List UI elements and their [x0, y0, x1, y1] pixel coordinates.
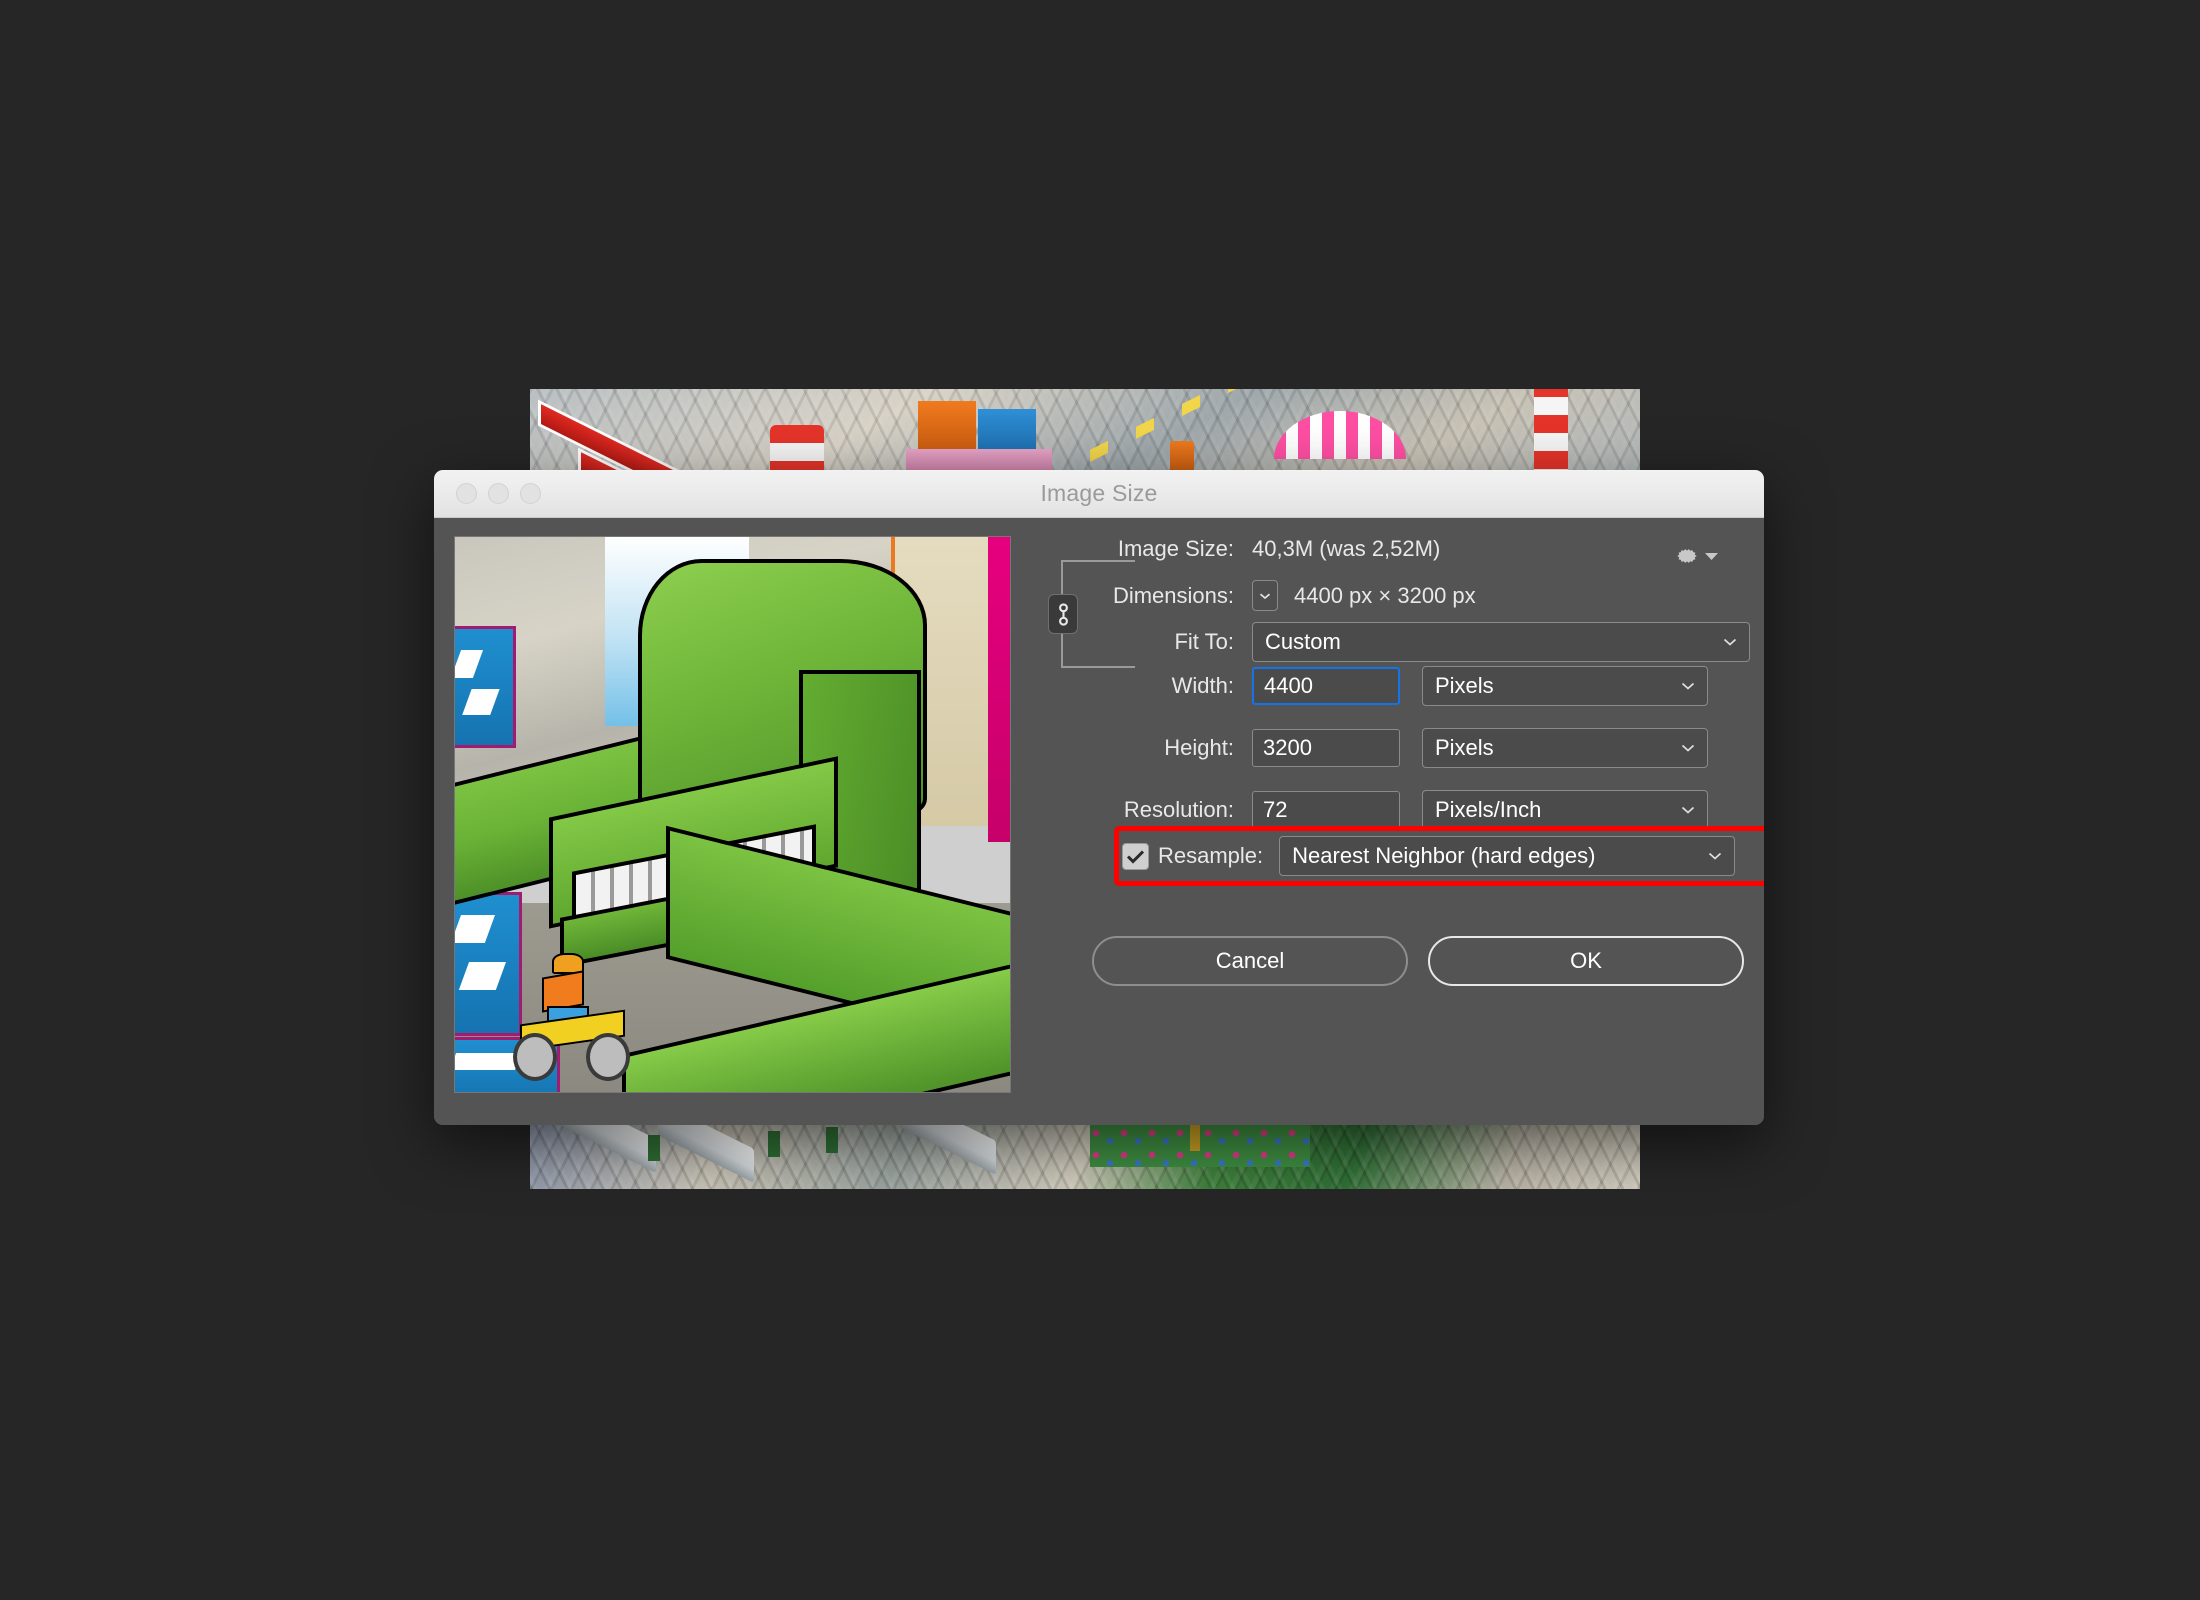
- resample-select[interactable]: Nearest Neighbor (hard edges): [1279, 836, 1736, 876]
- height-row: Height: Pixels: [1034, 728, 1708, 768]
- checkmark-icon: [1126, 849, 1145, 864]
- resample-value: Nearest Neighbor (hard edges): [1292, 843, 1596, 868]
- controls-panel: Image Size: 40,3M (was 2,52M) Dimensions…: [1034, 518, 1764, 1125]
- resolution-input[interactable]: [1252, 791, 1400, 829]
- image-size-dialog: Image Size Image Size: 40,3M (was 2,52M)…: [434, 470, 1764, 1125]
- zoom-button[interactable]: [520, 483, 541, 504]
- preview-cyclist: [511, 948, 633, 1081]
- dimensions-row: Dimensions: 4400 px × 3200 px: [1034, 580, 1734, 611]
- image-size-label: Image Size:: [1117, 536, 1234, 561]
- cancel-button[interactable]: Cancel: [1092, 936, 1408, 986]
- window-controls[interactable]: [456, 483, 541, 504]
- art-officer-1: [648, 1135, 660, 1161]
- chain-link-icon: [1058, 602, 1068, 626]
- minimize-button[interactable]: [488, 483, 509, 504]
- chevron-down-icon: [1681, 806, 1695, 814]
- art-officer-2: [768, 1131, 780, 1157]
- resolution-unit-select[interactable]: Pixels/Inch: [1422, 790, 1708, 830]
- fit-to-row: Fit To: Custom: [1034, 622, 1750, 662]
- cyclist-wheel-rear: [586, 1032, 631, 1081]
- fit-to-value: Custom: [1265, 629, 1341, 654]
- dimensions-unit-dropdown[interactable]: [1252, 580, 1278, 611]
- resolution-row: Resolution: Pixels/Inch: [1034, 790, 1708, 830]
- image-preview[interactable]: [454, 536, 1011, 1093]
- height-label: Height:: [1164, 735, 1234, 760]
- dialog-body: Image Size: 40,3M (was 2,52M) Dimensions…: [434, 518, 1764, 1125]
- chevron-down-icon: [1259, 593, 1271, 599]
- resolution-unit-value: Pixels/Inch: [1435, 797, 1542, 822]
- width-row: Width: Pixels: [1034, 666, 1708, 706]
- ok-button[interactable]: OK: [1428, 936, 1744, 986]
- dialog-title: Image Size: [1040, 480, 1158, 506]
- art-box-orange: [918, 401, 976, 453]
- constrain-bracket-top: [1061, 560, 1135, 598]
- width-label: Width:: [1171, 673, 1234, 698]
- chevron-down-icon: [1705, 552, 1718, 560]
- dialog-titlebar[interactable]: Image Size: [434, 470, 1764, 518]
- height-unit-select[interactable]: Pixels: [1422, 728, 1708, 768]
- resample-row: Resample: Nearest Neighbor (hard edges): [1034, 836, 1736, 876]
- width-input[interactable]: [1252, 667, 1400, 705]
- constrain-proportions-toggle[interactable]: [1048, 594, 1078, 634]
- constrain-bracket-bottom: [1061, 630, 1135, 668]
- preview-artwork: [455, 537, 1010, 1092]
- gear-icon: [1677, 549, 1697, 563]
- close-button[interactable]: [456, 483, 477, 504]
- chevron-down-icon: [1681, 744, 1695, 752]
- dimensions-value: 4400 px × 3200 px: [1294, 582, 1476, 608]
- art-officer-3: [826, 1127, 838, 1153]
- height-input[interactable]: [1252, 729, 1400, 767]
- width-unit-select[interactable]: Pixels: [1422, 666, 1708, 706]
- chevron-down-icon: [1709, 852, 1722, 860]
- resample-label: Resample:: [1158, 843, 1264, 868]
- chevron-down-icon: [1681, 682, 1695, 690]
- screen: Image Size Image Size: 40,3M (was 2,52M)…: [0, 0, 2200, 1600]
- image-size-row: Image Size: 40,3M (was 2,52M): [1034, 536, 1674, 562]
- preview-billboard-top: [455, 625, 517, 748]
- resample-checkbox[interactable]: [1122, 842, 1149, 870]
- settings-menu-button[interactable]: [1674, 543, 1718, 569]
- height-unit-value: Pixels: [1435, 735, 1494, 760]
- fit-to-select[interactable]: Custom: [1252, 622, 1750, 662]
- cyclist-wheel-front: [512, 1032, 557, 1081]
- resolution-label: Resolution:: [1123, 797, 1234, 822]
- preview-wall-magenta: [987, 537, 1010, 843]
- image-size-value: 40,3M (was 2,52M): [1252, 536, 1441, 561]
- chevron-down-icon: [1723, 638, 1737, 646]
- width-unit-value: Pixels: [1435, 673, 1494, 698]
